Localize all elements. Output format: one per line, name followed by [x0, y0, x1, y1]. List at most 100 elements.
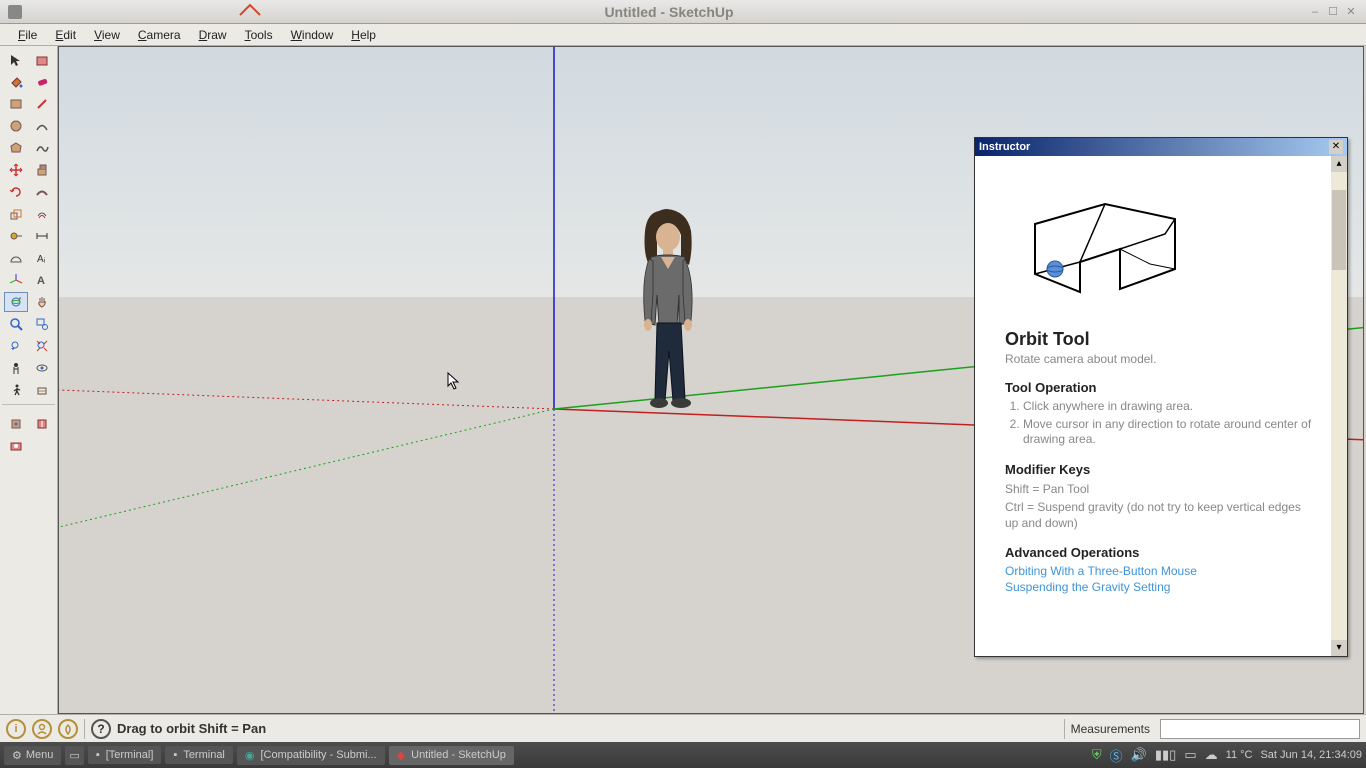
protractor-icon[interactable] [4, 248, 28, 268]
cursor-icon [447, 372, 463, 392]
menu-edit[interactable]: Edit [47, 26, 84, 44]
start-menu-button[interactable]: ⚙ Menu [4, 746, 61, 765]
rotate-icon[interactable] [4, 182, 28, 202]
text-icon[interactable]: Aᵢ [30, 248, 54, 268]
walk-icon[interactable] [4, 380, 28, 400]
position-camera-icon[interactable] [4, 358, 28, 378]
rectangle-icon[interactable] [4, 94, 28, 114]
instructor-section-operation: Tool Operation [1005, 380, 1317, 395]
polygon-icon[interactable] [4, 138, 28, 158]
scroll-down-icon[interactable]: ▾ [1331, 640, 1347, 656]
component-icon[interactable] [30, 50, 54, 70]
status-user-icon[interactable] [32, 719, 52, 739]
menu-view[interactable]: View [86, 26, 128, 44]
instructor-modifier: Ctrl = Suspend gravity (do not try to ke… [1005, 499, 1317, 531]
zoomextents-icon[interactable] [30, 336, 54, 356]
menu-tools[interactable]: Tools [237, 26, 281, 44]
section-icon[interactable] [30, 380, 54, 400]
battery-icon[interactable]: ▭ [1184, 747, 1196, 763]
menu-window[interactable]: Window [283, 26, 342, 44]
measurements-input[interactable] [1160, 719, 1360, 739]
pan-icon[interactable] [30, 292, 54, 312]
window-title: Untitled - SketchUp [30, 4, 1308, 20]
gear-icon: ⚙ [12, 749, 22, 762]
status-separator [84, 719, 85, 739]
previous-icon[interactable] [4, 336, 28, 356]
orbit-icon[interactable] [4, 292, 28, 312]
menu-help[interactable]: Help [343, 26, 384, 44]
status-geo-icon[interactable] [58, 719, 78, 739]
network-icon[interactable]: ▮▮▯ [1155, 747, 1176, 763]
menu-draw[interactable]: Draw [191, 26, 235, 44]
arc-icon[interactable] [30, 116, 54, 136]
menu-camera[interactable]: Camera [130, 26, 189, 44]
sketchup-icon: ◆ [397, 749, 405, 762]
offset-icon[interactable] [30, 204, 54, 224]
instructor-modifier: Shift = Pan Tool [1005, 481, 1317, 497]
zoom-icon[interactable] [4, 314, 28, 334]
left-toolbar: Aᵢ A [0, 46, 58, 714]
taskbar-item[interactable]: ▪[Terminal] [88, 746, 162, 764]
pushpull-icon[interactable] [30, 160, 54, 180]
status-info-icon[interactable]: i [6, 719, 26, 739]
instructor-op-step: Click anywhere in drawing area. [1023, 399, 1317, 415]
followme-icon[interactable] [30, 182, 54, 202]
shield-icon[interactable]: ⛨ [1092, 747, 1102, 763]
3dtext-icon[interactable]: A [30, 270, 54, 290]
instructor-title-text: Instructor [979, 141, 1030, 153]
menubar: File Edit View Camera Draw Tools Window … [0, 24, 1366, 46]
taskbar-item-active[interactable]: ◆Untitled - SketchUp [389, 746, 514, 765]
skype-icon[interactable]: Ⓢ [1110, 746, 1123, 765]
instructor-operation-list: Click anywhere in drawing area. Move cur… [1023, 399, 1317, 448]
instructor-close-button[interactable]: ✕ [1329, 140, 1343, 154]
svg-text:Aᵢ: Aᵢ [37, 254, 46, 265]
show-desktop-button[interactable]: ▭ [65, 746, 83, 765]
sharemodel-icon[interactable] [30, 414, 54, 434]
maximize-button[interactable]: ☐ [1326, 5, 1340, 19]
taskbar-item-label: Terminal [183, 749, 225, 761]
instructor-scrollbar[interactable]: ▴ ▾ [1331, 156, 1347, 656]
dimension-icon[interactable] [30, 226, 54, 246]
select-icon[interactable] [4, 50, 28, 70]
svg-text:A: A [37, 275, 45, 287]
hint-icon: ? [91, 719, 111, 739]
app-icon [8, 5, 22, 19]
instructor-section-advanced: Advanced Operations [1005, 545, 1317, 560]
axes-icon[interactable] [4, 270, 28, 290]
paint-bucket-icon[interactable] [4, 72, 28, 92]
getphoto-icon[interactable] [4, 436, 28, 456]
scroll-up-icon[interactable]: ▴ [1331, 156, 1347, 172]
move-icon[interactable] [4, 160, 28, 180]
terminal-icon: ▪ [173, 749, 177, 761]
scale-icon[interactable] [4, 204, 28, 224]
eraser-icon[interactable] [30, 72, 54, 92]
line-icon[interactable] [30, 94, 54, 114]
taskbar-item[interactable]: ◉[Compatibility - Submi... [237, 746, 385, 765]
statusbar: i ? Drag to orbit Shift = Pan Measuremen… [0, 714, 1366, 742]
lookaround-icon[interactable] [30, 358, 54, 378]
freehand-icon[interactable] [30, 138, 54, 158]
volume-icon[interactable]: 🔊 [1131, 747, 1147, 763]
taskbar-item[interactable]: ▪ Terminal [165, 746, 232, 764]
taskbar-item-label: [Compatibility - Submi... [261, 749, 377, 761]
instructor-titlebar[interactable]: Instructor ✕ [975, 138, 1347, 156]
instructor-op-step: Move cursor in any direction to rotate a… [1023, 417, 1317, 448]
circle-icon[interactable] [4, 116, 28, 136]
instructor-link[interactable]: Orbiting With a Three-Button Mouse [1005, 564, 1317, 578]
start-menu-label: Menu [26, 749, 54, 761]
scale-figure [619, 203, 719, 413]
getmodels-icon[interactable] [4, 414, 28, 434]
minimize-button[interactable]: – [1308, 5, 1322, 19]
taskbar-item-label: [Terminal] [106, 749, 154, 761]
drawing-viewport[interactable]: Instructor ✕ Orbit Tool Rotate camera ab… [58, 46, 1364, 714]
close-button[interactable]: ✕ [1344, 5, 1358, 19]
instructor-link[interactable]: Suspending the Gravity Setting [1005, 580, 1317, 594]
zoomwindow-icon[interactable] [30, 314, 54, 334]
scroll-thumb[interactable] [1332, 190, 1346, 270]
system-tray: ⛨ Ⓢ 🔊 ▮▮▯ ▭ ☁ 11 °C Sat Jun 14, 21:34:09 [1092, 746, 1362, 765]
window-titlebar: Untitled - SketchUp – ☐ ✕ [0, 0, 1366, 24]
instructor-tool-name: Orbit Tool [1005, 329, 1317, 350]
tape-icon[interactable] [4, 226, 28, 246]
weather-icon[interactable]: ☁ [1205, 747, 1218, 763]
menu-file[interactable]: File [10, 26, 45, 44]
